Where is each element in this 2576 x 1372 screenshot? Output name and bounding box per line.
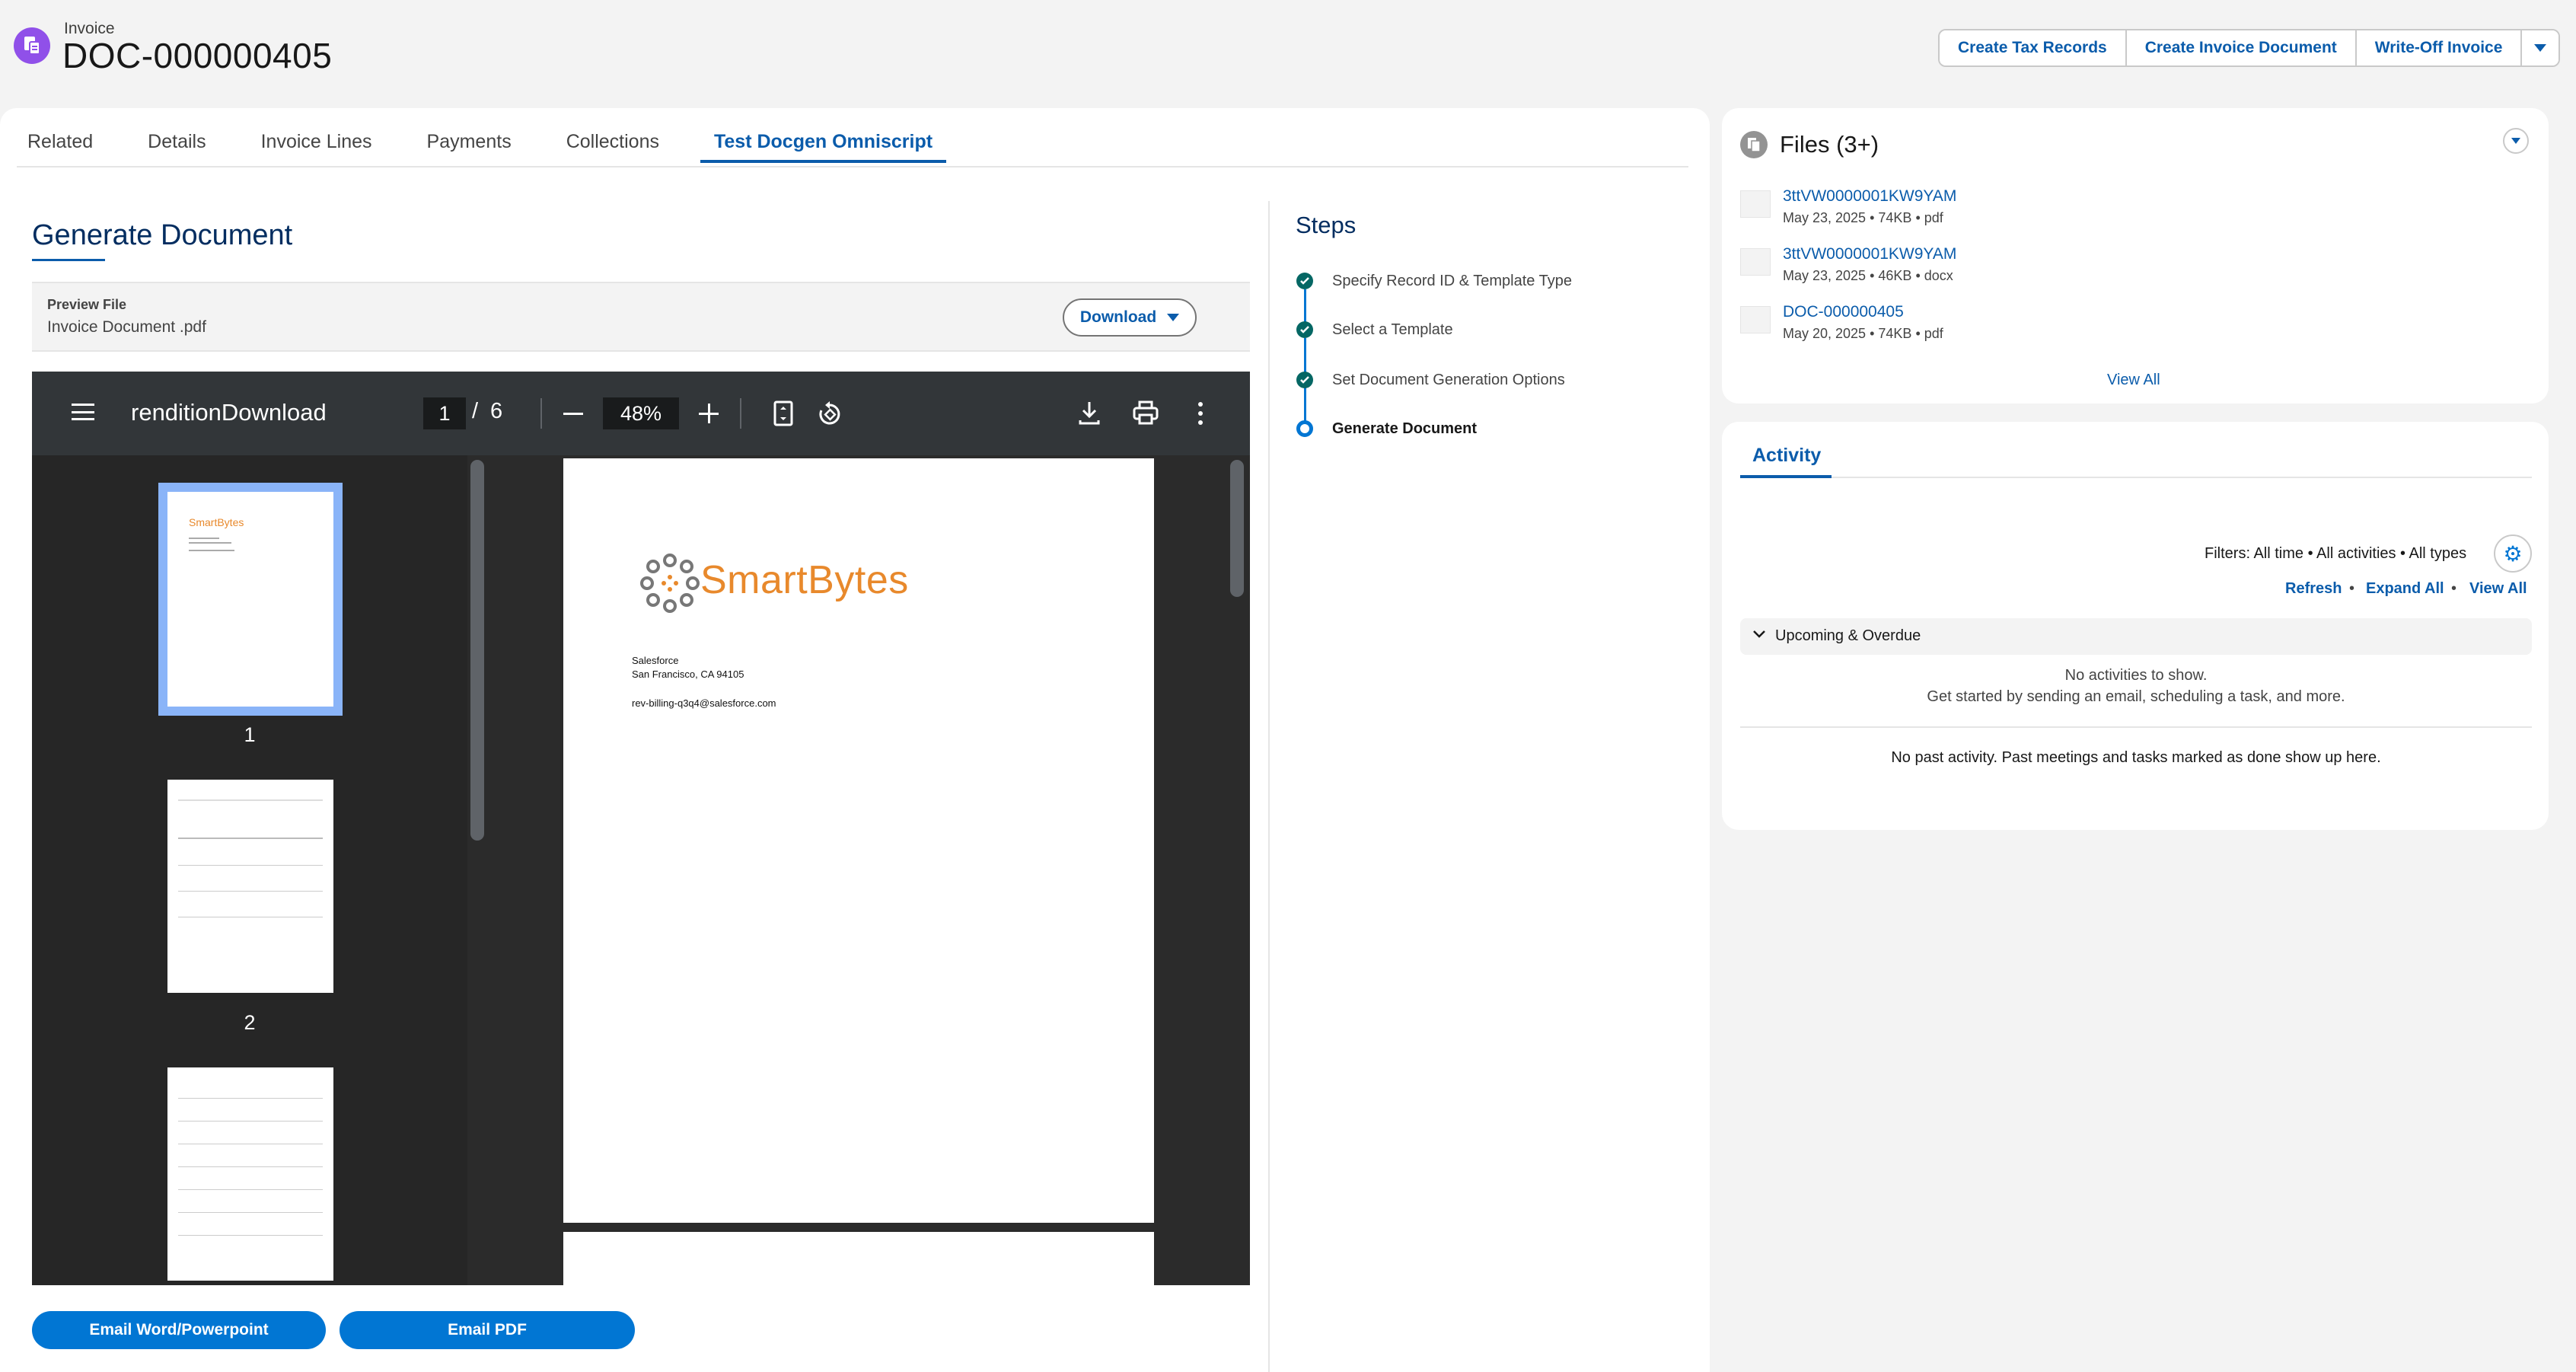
thumbnail-page-3[interactable] bbox=[167, 1067, 333, 1281]
chevron-down-icon bbox=[1752, 629, 1766, 643]
record-tabs: Related Details Invoice Lines Payments C… bbox=[27, 131, 987, 169]
record-actions: Create Tax Records Create Invoice Docume… bbox=[1938, 29, 2561, 67]
total-pages: 6 bbox=[490, 399, 503, 423]
tab-details[interactable]: Details bbox=[148, 131, 206, 168]
steps-divider bbox=[1268, 201, 1270, 1372]
write-off-invoice-button[interactable]: Write-Off Invoice bbox=[2356, 30, 2523, 65]
step-complete-icon bbox=[1296, 372, 1313, 388]
file-meta: May 23, 2025 • 46KB • docx bbox=[1783, 268, 1953, 283]
file-thumbnail[interactable] bbox=[1740, 306, 1771, 333]
get-started-text: Get started by sending an email, schedul… bbox=[1927, 688, 2345, 705]
download-button-label: Download bbox=[1079, 308, 1157, 326]
refresh-link[interactable]: Refresh bbox=[2285, 580, 2342, 598]
gear-icon[interactable]: ⚙ bbox=[2494, 534, 2532, 573]
title-underline bbox=[32, 259, 105, 261]
print-icon[interactable] bbox=[1133, 400, 1159, 429]
file-meta: May 20, 2025 • 74KB • pdf bbox=[1783, 326, 1943, 341]
file-link[interactable]: 3ttVW0000001KW9YAM bbox=[1783, 245, 1956, 263]
pdf-page-2 bbox=[563, 1232, 1154, 1293]
step-label: Select a Template bbox=[1332, 321, 1453, 338]
thumbnail-page-2[interactable] bbox=[167, 780, 333, 993]
address-line-1: Salesforce bbox=[632, 655, 679, 666]
page-number-input[interactable]: 1 bbox=[423, 397, 466, 429]
billing-email: rev-billing-q3q4@salesforce.com bbox=[632, 697, 776, 709]
pdf-scrollbar[interactable] bbox=[1230, 460, 1244, 597]
link-separator: • bbox=[2451, 580, 2457, 597]
tab-related[interactable]: Related bbox=[27, 131, 93, 168]
file-link[interactable]: 3ttVW0000001KW9YAM bbox=[1783, 187, 1956, 206]
activity-tab-underline bbox=[1740, 475, 1832, 478]
chevron-down-icon bbox=[1167, 314, 1180, 321]
more-options-icon[interactable] bbox=[1198, 402, 1203, 425]
step-current-icon bbox=[1296, 420, 1313, 437]
tabs-divider bbox=[17, 166, 1688, 168]
preview-file-name: Invoice Document .pdf bbox=[47, 318, 206, 336]
email-word-powerpoint-button[interactable]: Email Word/Powerpoint bbox=[32, 1311, 326, 1349]
page-separator: / bbox=[472, 399, 479, 423]
pdf-page-1: SmartBytes Salesforce San Francisco, CA … bbox=[563, 458, 1154, 1223]
expand-all-link[interactable]: Expand All bbox=[2366, 580, 2444, 598]
thumbnail-scrollbar[interactable] bbox=[470, 460, 484, 841]
activity-tabs-divider bbox=[1740, 477, 2532, 478]
activity-view-all-link[interactable]: View All bbox=[2469, 580, 2527, 598]
thumbnail-label: 1 bbox=[244, 723, 256, 746]
tab-collections[interactable]: Collections bbox=[566, 131, 659, 168]
step-label: Specify Record ID & Template Type bbox=[1332, 273, 1572, 289]
step-label-current: Generate Document bbox=[1332, 420, 1478, 437]
rotate-icon[interactable] bbox=[816, 400, 843, 432]
create-invoice-document-button[interactable]: Create Invoice Document bbox=[2126, 30, 2357, 65]
file-link[interactable]: DOC-000000405 bbox=[1783, 303, 1904, 321]
pdf-doc-title: renditionDownload bbox=[131, 399, 327, 426]
thumbnail-label: 2 bbox=[244, 1011, 256, 1034]
file-meta: May 23, 2025 • 74KB • pdf bbox=[1783, 210, 1943, 225]
activity-filters: Filters: All time • All activities • All… bbox=[2205, 545, 2467, 562]
file-thumbnail[interactable] bbox=[1740, 248, 1771, 276]
smartbytes-logo-text: SmartBytes bbox=[700, 558, 909, 602]
files-icon bbox=[1740, 131, 1768, 158]
zoom-in-icon[interactable] bbox=[699, 404, 719, 423]
smartbytes-logo-icon bbox=[639, 553, 700, 614]
steps-title: Steps bbox=[1296, 212, 1357, 238]
step-complete-icon bbox=[1296, 321, 1313, 338]
chevron-down-icon bbox=[2534, 44, 2547, 52]
step-complete-icon bbox=[1296, 273, 1313, 289]
zoom-out-icon[interactable] bbox=[563, 413, 583, 415]
address-line-2: San Francisco, CA 94105 bbox=[632, 668, 744, 680]
zoom-input[interactable]: 48% bbox=[603, 397, 679, 429]
preview-file-label: Preview File bbox=[47, 297, 127, 312]
step-connector bbox=[1304, 387, 1306, 425]
no-past-activity-text: No past activity. Past meetings and task… bbox=[1891, 749, 2381, 766]
menu-icon[interactable] bbox=[72, 404, 94, 420]
thumbnail-page-1[interactable]: SmartBytes bbox=[167, 492, 333, 707]
file-thumbnail[interactable] bbox=[1740, 190, 1771, 218]
no-activities-text: No activities to show. bbox=[2064, 667, 2208, 684]
upcoming-overdue-label: Upcoming & Overdue bbox=[1775, 627, 1921, 644]
create-tax-records-button[interactable]: Create Tax Records bbox=[1940, 30, 2127, 65]
step-label: Set Document Generation Options bbox=[1332, 372, 1565, 388]
generate-document-title: Generate Document bbox=[32, 219, 293, 251]
toolbar-divider bbox=[740, 398, 741, 429]
tab-payments[interactable]: Payments bbox=[427, 131, 512, 168]
activity-divider bbox=[1740, 726, 2532, 728]
download-icon[interactable] bbox=[1078, 400, 1101, 429]
download-button[interactable]: Download bbox=[1063, 298, 1197, 337]
fit-page-icon[interactable] bbox=[773, 400, 793, 430]
chevron-down-icon bbox=[2511, 138, 2520, 144]
record-title: DOC-000000405 bbox=[62, 36, 333, 75]
link-separator: • bbox=[2349, 580, 2355, 597]
toolbar-divider bbox=[540, 398, 542, 429]
invoice-icon bbox=[14, 27, 50, 64]
tab-invoice-lines[interactable]: Invoice Lines bbox=[261, 131, 372, 168]
files-view-all-link[interactable]: View All bbox=[2107, 372, 2160, 389]
thumbnail-logo: SmartBytes bbox=[189, 516, 244, 528]
more-actions-button[interactable] bbox=[2522, 30, 2559, 65]
files-title: Files (3+) bbox=[1780, 131, 1879, 158]
files-menu-button[interactable] bbox=[2503, 128, 2529, 154]
email-pdf-button[interactable]: Email PDF bbox=[340, 1311, 635, 1349]
tab-activity[interactable]: Activity bbox=[1752, 445, 1821, 467]
tab-test-docgen-omniscript[interactable]: Test Docgen Omniscript bbox=[700, 131, 947, 168]
